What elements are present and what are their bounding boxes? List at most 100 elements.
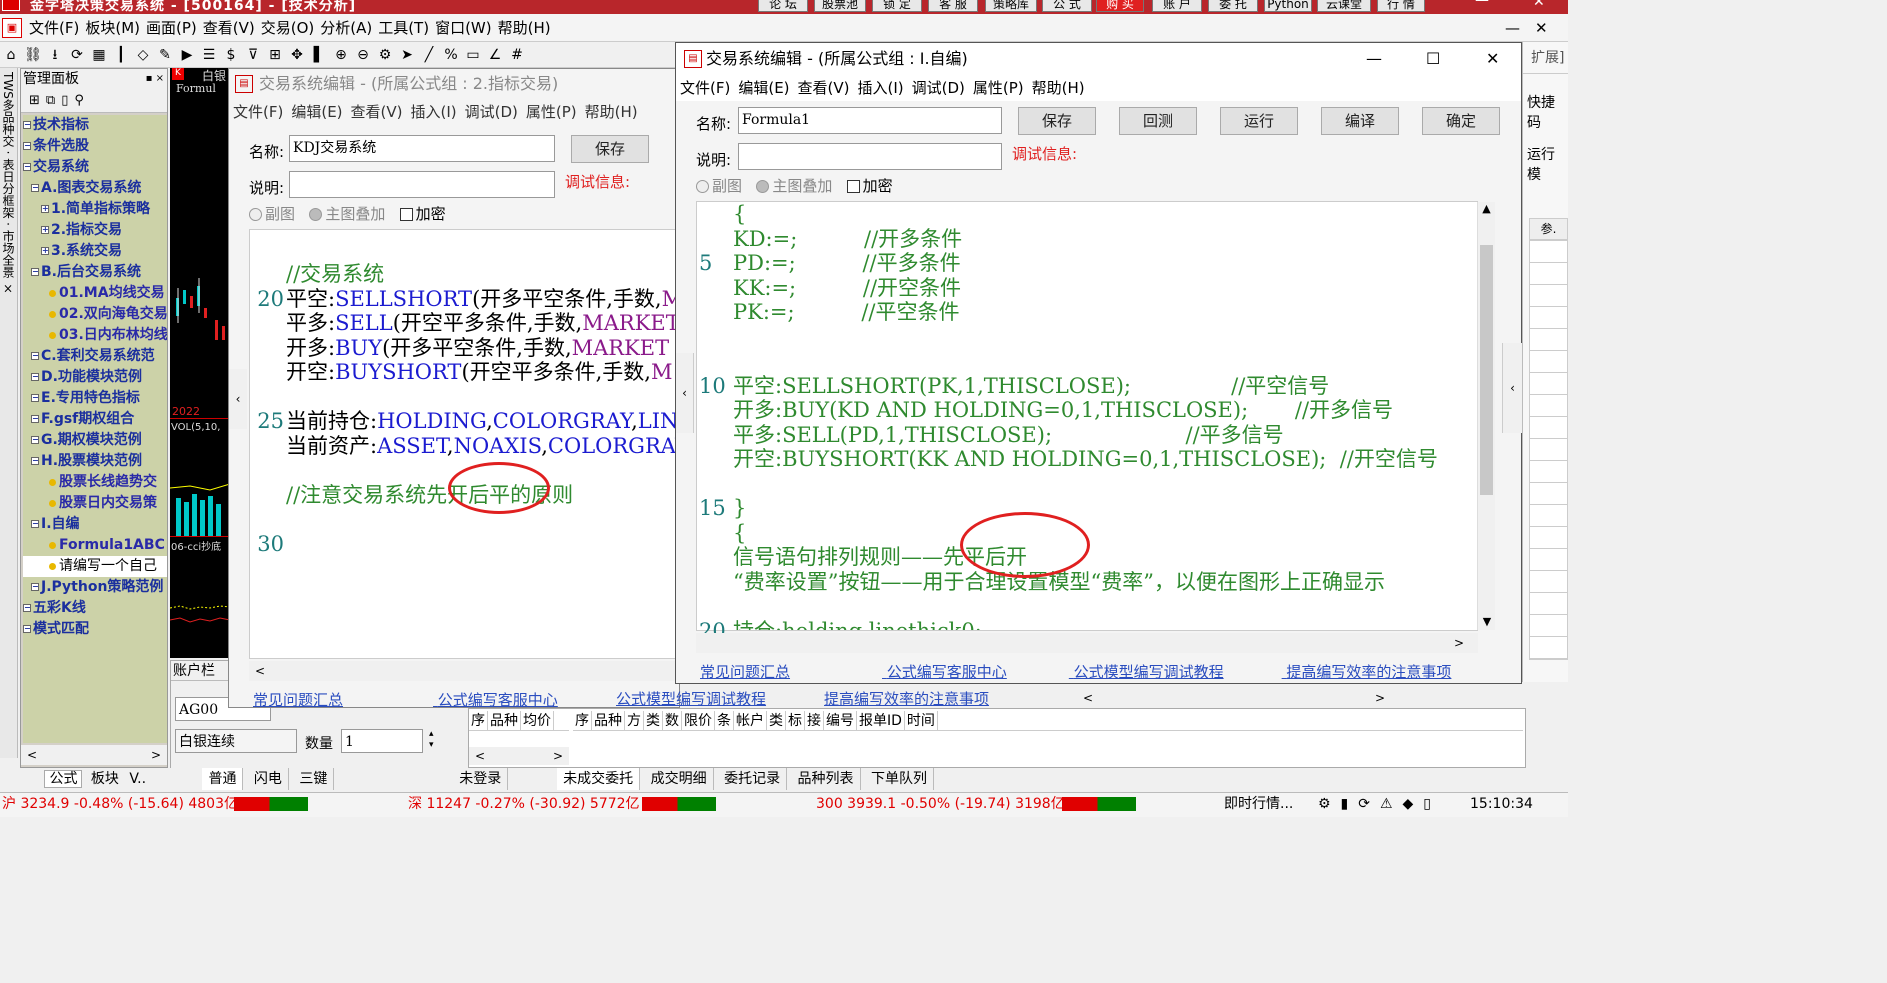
editor2-maximize-icon[interactable]: ☐: [1426, 43, 1440, 75]
tree-item[interactable]: − 五彩K线: [23, 598, 167, 619]
editor2-hscroll[interactable]: >: [696, 633, 1478, 653]
editor1-menu-item[interactable]: 调试(D): [465, 103, 518, 121]
expand-icon[interactable]: +: [41, 205, 49, 213]
editor2-right-collapse[interactable]: ‹: [1502, 343, 1522, 433]
editor2-menu-item[interactable]: 插入(I): [858, 79, 904, 97]
editor1-save-button[interactable]: 保存: [571, 135, 649, 163]
panel-pin-icon[interactable]: ▪ ×: [146, 69, 167, 89]
left-vertical-tabs[interactable]: TWS多品种交 · 表日分框架 · 市场全景 ×: [0, 68, 18, 758]
tree-item[interactable]: Formula1ABC: [23, 535, 167, 556]
top-button-4[interactable]: 策略库: [985, 0, 1037, 12]
col-a-header[interactable]: 均价: [521, 711, 554, 731]
doc-icon[interactable]: ▯: [61, 93, 74, 108]
line-icon[interactable]: ╱: [418, 42, 440, 68]
editor2-menu-item[interactable]: 属性(P): [973, 79, 1024, 97]
new-icon[interactable]: ⊞: [29, 93, 46, 108]
panel-hscroll[interactable]: < >: [21, 745, 167, 765]
zoom-in-icon[interactable]: ⊕: [330, 42, 352, 68]
top-button-6[interactable]: 购 买: [1096, 0, 1144, 12]
editor2-menu-item[interactable]: 帮助(H): [1032, 79, 1085, 97]
expand-icon[interactable]: −: [31, 394, 39, 402]
top-button-0[interactable]: 论 坛: [758, 0, 808, 12]
menu-item-2[interactable]: 画面(P): [143, 14, 200, 42]
col-b-header[interactable]: 条: [715, 711, 734, 731]
menu-item-7[interactable]: 窗口(W): [432, 14, 495, 42]
editor1-menu-item[interactable]: 编辑(E): [291, 103, 342, 121]
tree-item[interactable]: − 技术指标: [23, 115, 167, 136]
status-icons[interactable]: ⚙▮⟳⚠◆▯: [1318, 793, 1441, 816]
expand-icon[interactable]: −: [23, 142, 31, 150]
editor2-link-tutorial[interactable]: 公式模型编写调试教程: [1074, 663, 1224, 681]
menu-item-4[interactable]: 交易(O): [258, 14, 318, 42]
tree-item[interactable]: 01.MA均线交易: [23, 283, 167, 304]
bar-icon[interactable]: ▌: [308, 42, 330, 68]
editor1-menu-item[interactable]: 查看(V): [351, 103, 403, 121]
col-b-header[interactable]: 帐户: [734, 711, 767, 731]
editor1-menu-item[interactable]: 文件(F): [233, 103, 283, 121]
tree-item[interactable]: − 交易系统: [23, 157, 167, 178]
top-button-8[interactable]: 委 托: [1208, 0, 1258, 12]
download-icon[interactable]: ⭳: [44, 42, 66, 68]
hash-icon[interactable]: #: [506, 42, 528, 68]
grid-icon[interactable]: ▦: [88, 42, 110, 68]
editor1-opt-encrypt[interactable]: 加密: [399, 205, 446, 223]
angle-icon[interactable]: ∠: [484, 42, 506, 68]
top-button-5[interactable]: 公 式: [1042, 0, 1092, 12]
tree-item[interactable]: − A.图表交易系统: [23, 178, 167, 199]
cursor-icon[interactable]: ➤: [396, 42, 418, 68]
col-b-header[interactable]: 标: [786, 711, 805, 731]
tab-formula[interactable]: 公式: [44, 770, 83, 788]
qty-spin-icon[interactable]: ▴ ▾: [429, 729, 434, 751]
top-button-9[interactable]: Python: [1264, 0, 1312, 12]
expand-icon[interactable]: −: [31, 436, 39, 444]
editor2-code-area[interactable]: 5 10 15 20 {KD:=; //开多条件 PD:=; //平多条件 KK:=; /…: [696, 201, 1495, 643]
editor2-menu-item[interactable]: 调试(D): [912, 79, 965, 97]
col-b-header[interactable]: 类: [767, 711, 786, 731]
menu-item-1[interactable]: 板块(M): [82, 14, 143, 42]
editor2-link-faq[interactable]: 常见问题汇总: [700, 663, 790, 681]
editor1-code-area[interactable]: 202530 //交易系统平空:SELLSHORT(开多平空条件,手数,MARK…: [249, 229, 682, 659]
editor2-compile-button[interactable]: 编译: [1321, 107, 1399, 135]
editor1-menu-item[interactable]: 帮助(H): [585, 103, 638, 121]
col-b-header[interactable]: 类: [644, 711, 663, 731]
col-b-header[interactable]: 方: [625, 711, 644, 731]
tree-item[interactable]: +1.简单指标策略: [23, 199, 167, 220]
expand-icon[interactable]: −: [31, 373, 39, 381]
candle-icon[interactable]: ┃: [110, 42, 132, 68]
dollar-icon[interactable]: $: [220, 42, 242, 68]
copy-icon[interactable]: ⧉: [46, 93, 61, 108]
tab-more[interactable]: V..: [127, 771, 148, 787]
close-icon[interactable]: ✕: [1533, 0, 1545, 10]
funnel-icon[interactable]: ⊽: [242, 42, 264, 68]
tree-item[interactable]: − E.专用特色指标: [23, 388, 167, 409]
col-a-header[interactable]: 品种: [488, 711, 521, 731]
editor1-menu-item[interactable]: 插入(I): [411, 103, 457, 121]
tree-item[interactable]: 03.日内布林均线: [23, 325, 167, 346]
editor2-code[interactable]: {KD:=; //开多条件 PD:=; //平多条件 KK:=; //开空条件 PK:…: [733, 202, 1473, 630]
play-icon[interactable]: ▶: [176, 42, 198, 68]
tab-sector[interactable]: 板块: [87, 771, 123, 787]
tree-item[interactable]: +3.系统交易: [23, 241, 167, 262]
editor2-name-input[interactable]: Formula1: [738, 107, 1002, 134]
editor2-backtest-button[interactable]: 回测: [1119, 107, 1197, 135]
restore-icon[interactable]: —: [1505, 14, 1520, 42]
tree-item[interactable]: − F.gsf期权组合: [23, 409, 167, 430]
col-b-header[interactable]: 序: [573, 711, 592, 731]
gear-icon[interactable]: ⚙: [374, 42, 396, 68]
tab-order-log[interactable]: 委托记录: [718, 768, 788, 790]
expand-icon[interactable]: +: [41, 226, 49, 234]
col-b-header[interactable]: 数: [663, 711, 682, 731]
tree-item[interactable]: − J.Python策略范例: [23, 577, 167, 598]
editor2-menu-item[interactable]: 文件(F): [680, 79, 730, 97]
menu-item-6[interactable]: 工具(T): [375, 14, 432, 42]
price-chart[interactable]: K 白银 Formul 2022 VOL(5,10, 06-cci抄底: [170, 68, 230, 658]
editor2-vscroll[interactable]: ▲ ▼: [1477, 202, 1495, 630]
editor2-opt-subchart[interactable]: 副图: [696, 177, 742, 195]
editor2-save-button[interactable]: 保存: [1018, 107, 1096, 135]
search-icon[interactable]: ⚲: [74, 93, 90, 108]
tree-item[interactable]: 02.双向海龟交易: [23, 304, 167, 325]
realtime-quotes[interactable]: 即时行情...: [1224, 793, 1293, 816]
col-a-header[interactable]: 序: [469, 711, 488, 731]
tree-item[interactable]: − I.自编: [23, 514, 167, 535]
top-button-7[interactable]: 账 户: [1152, 0, 1202, 12]
